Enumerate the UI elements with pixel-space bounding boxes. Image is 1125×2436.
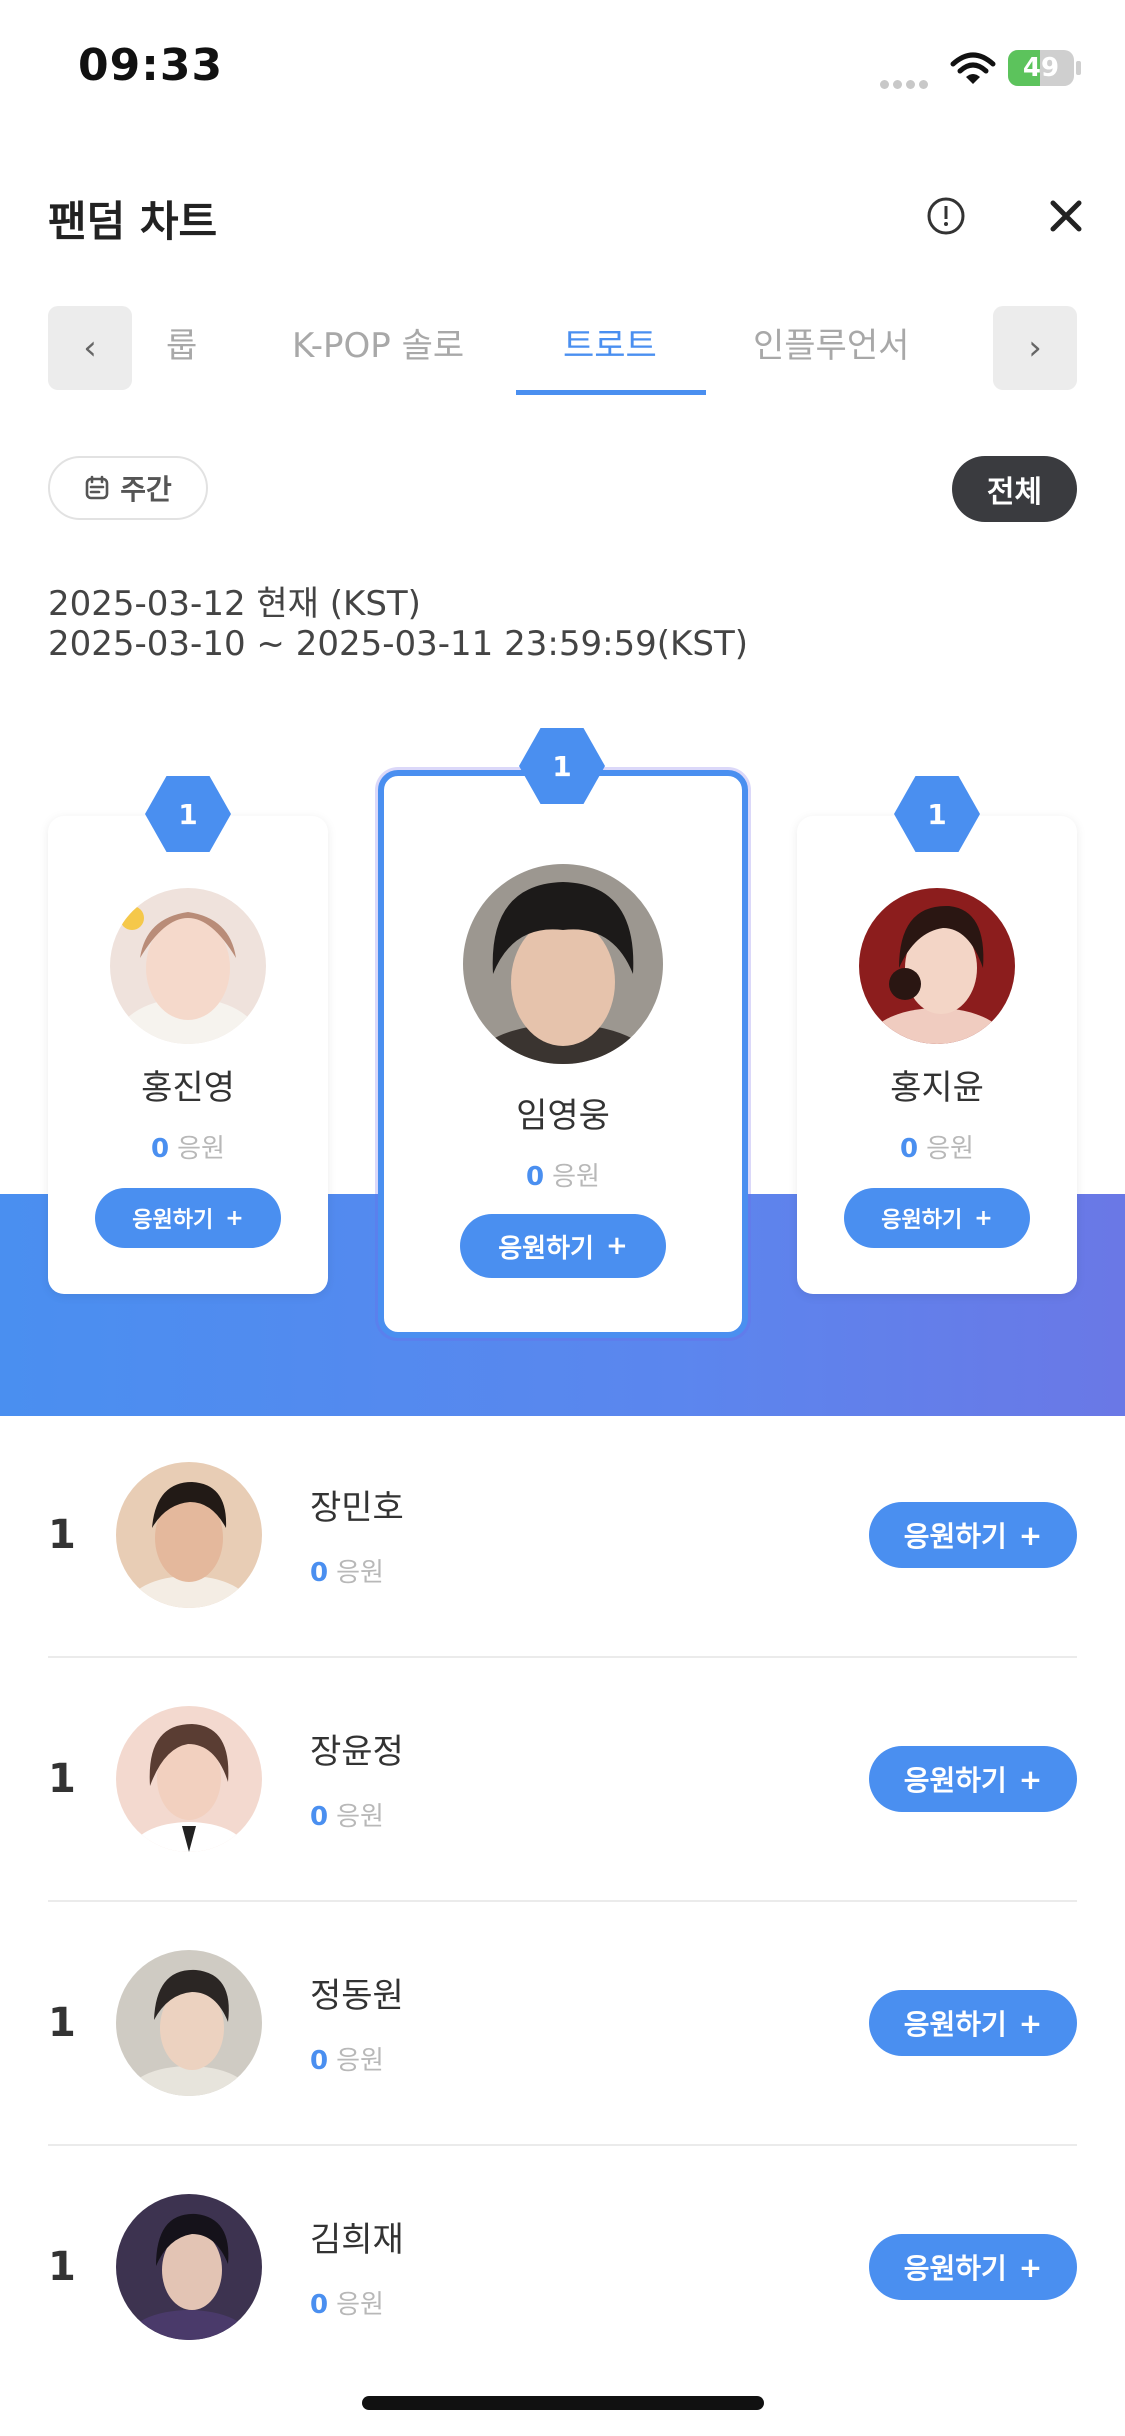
period-filter-chip[interactable]: 주간 [48,456,208,520]
info-icon[interactable] [926,196,966,236]
artist-name: 장민호 [310,1488,404,1528]
tab-prev-button[interactable]: ‹ [48,306,132,390]
all-button[interactable]: 전체 [952,456,1077,522]
tab-influencer[interactable]: 인플루언서 [753,318,909,367]
tab-kpop-solo[interactable]: K-POP 솔로 [292,318,464,367]
cheer-button[interactable]: 응원하기 + [95,1188,281,1248]
cheer-button[interactable]: 응원하기 + [869,1502,1077,1568]
vote-count: 0 응원 [310,1802,384,1832]
vote-count: 0 응원 [310,1558,384,1588]
avatar [116,1706,262,1852]
home-indicator[interactable] [362,2396,764,2410]
plus-icon: + [974,1205,993,1231]
podium-card-center: 임영웅 0 응원 응원하기 + [378,770,748,1338]
plus-icon: + [1018,1762,1043,1796]
vote-count: 0 응원 [310,2046,384,2076]
cheer-button[interactable]: 응원하기 + [844,1188,1030,1248]
rank-number: 1 [48,2244,76,2290]
artist-name: 장윤정 [310,1732,404,1772]
podium-votes: 0 응원 [526,1162,600,1192]
plus-icon: + [1018,2250,1043,2284]
rank-number: 1 [48,1512,76,1558]
podium-name: 홍진영 [141,1068,235,1108]
tab-trot[interactable]: 트로트 [563,318,657,367]
current-date: 2025-03-12 현재 (KST) [48,584,421,624]
cheer-button[interactable]: 응원하기 + [460,1214,666,1278]
calendar-icon [85,475,109,500]
divider [48,1900,1077,1902]
cheer-button[interactable]: 응원하기 + [869,1990,1077,2056]
date-range: 2025-03-10 ~ 2025-03-11 23:59:59(KST) [48,624,748,664]
plus-icon: + [1018,2006,1043,2040]
cheer-button[interactable]: 응원하기 + [869,1746,1077,1812]
period-label: 주간 [120,473,172,506]
podium-votes: 0 응원 [151,1134,225,1164]
avatar [859,888,1015,1044]
plus-icon: + [605,1231,628,1261]
list-item: 1 정동원 0 응원 응원하기 + [48,1950,1077,2192]
avatar [463,864,663,1064]
list-item: 1 장민호 0 응원 응원하기 + [48,1462,1077,1704]
cheer-button[interactable]: 응원하기 + [869,2234,1077,2300]
page-title: 팬덤 차트 [48,197,218,246]
avatar [116,1462,262,1608]
rank-number: 1 [48,1756,76,1802]
rank-number: 1 [48,2000,76,2046]
plus-icon: + [225,1205,244,1231]
cellular-signal-icon [880,74,934,89]
wifi-icon [950,50,996,88]
podium-name: 임영웅 [516,1096,610,1136]
battery-level: 49 [1022,53,1060,83]
artist-name: 정동원 [310,1976,404,2016]
vote-count: 0 응원 [310,2290,384,2320]
podium-name: 홍지윤 [890,1068,984,1108]
divider [48,1656,1077,1658]
podium-card-left: 홍진영 0 응원 응원하기 + [48,816,328,1294]
avatar [110,888,266,1044]
podium-votes: 0 응원 [900,1134,974,1164]
avatar [116,2194,262,2340]
chevron-right-icon: › [1028,328,1042,368]
podium-card-right: 홍지윤 0 응원 응원하기 + [797,816,1077,1294]
tab-group[interactable]: 룹 [166,318,197,367]
close-icon[interactable] [1046,196,1086,236]
artist-name: 김희재 [310,2220,404,2260]
battery-icon: 49 [1008,50,1082,88]
chevron-left-icon: ‹ [83,328,97,368]
tab-next-button[interactable]: › [993,306,1077,390]
divider [48,2144,1077,2146]
status-time: 09:33 [78,40,224,91]
plus-icon: + [1018,1518,1043,1552]
list-item: 1 장윤정 0 응원 응원하기 + [48,1706,1077,1948]
avatar [116,1950,262,2096]
active-tab-indicator [516,390,706,395]
